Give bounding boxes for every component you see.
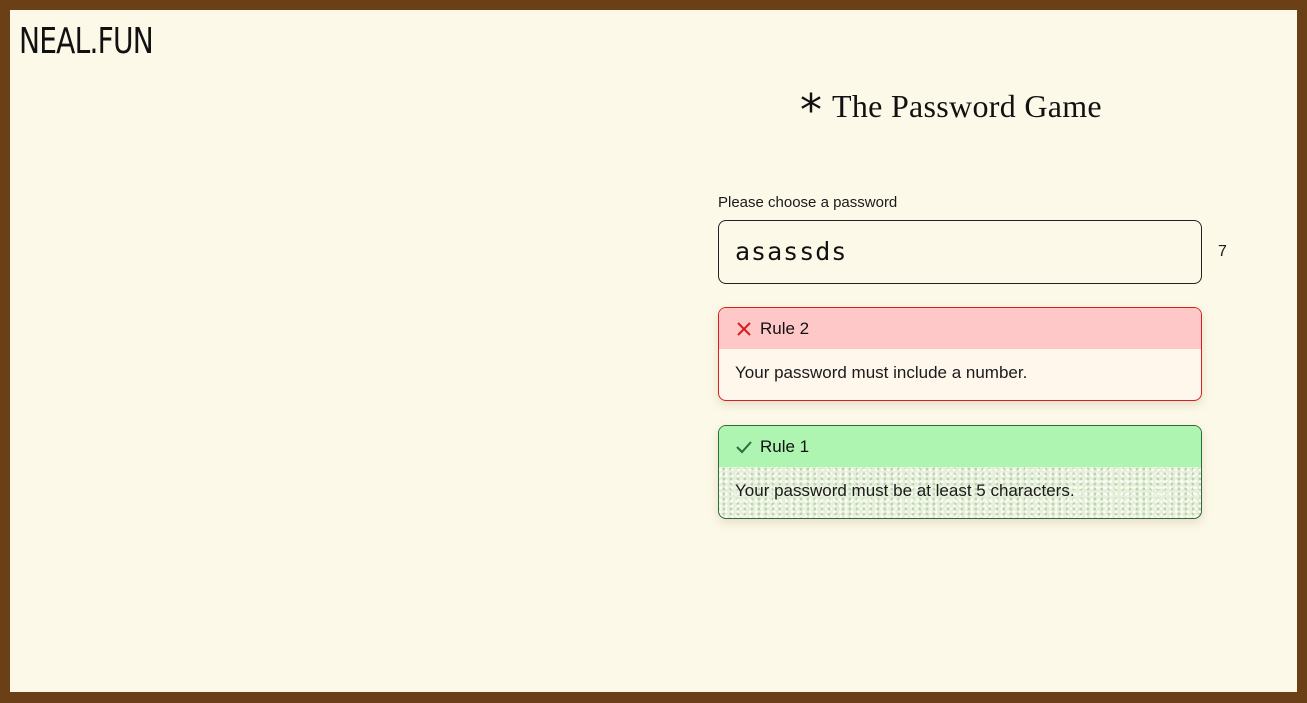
password-length-counter: 7 — [1218, 243, 1227, 260]
asterisk-icon: * — [800, 85, 822, 136]
rule-card-2: Rule 2 Your password must include a numb… — [718, 307, 1202, 401]
password-label: Please choose a password — [718, 194, 898, 211]
x-icon — [735, 320, 753, 338]
game-title: * The Password Game — [800, 84, 1102, 133]
rule-card-1: Rule 1 Your password must be at least 5 … — [718, 425, 1202, 519]
rule-title: Rule 2 — [760, 318, 810, 338]
page-frame: NEAL.FUN * The Password Game Please choo… — [10, 10, 1297, 692]
rule-title: Rule 1 — [760, 436, 810, 456]
check-icon — [735, 438, 753, 456]
rule-header: Rule 2 — [719, 308, 1201, 349]
rule-description: Your password must include a number. — [735, 363, 1028, 382]
password-input[interactable]: asassds — [718, 220, 1202, 284]
rule-description: Your password must be at least 5 charact… — [735, 481, 1075, 500]
game-title-text: The Password Game — [832, 88, 1102, 124]
password-value: asassds — [735, 237, 848, 266]
site-logo[interactable]: NEAL.FUN — [19, 24, 154, 60]
rule-header: Rule 1 — [719, 426, 1201, 467]
